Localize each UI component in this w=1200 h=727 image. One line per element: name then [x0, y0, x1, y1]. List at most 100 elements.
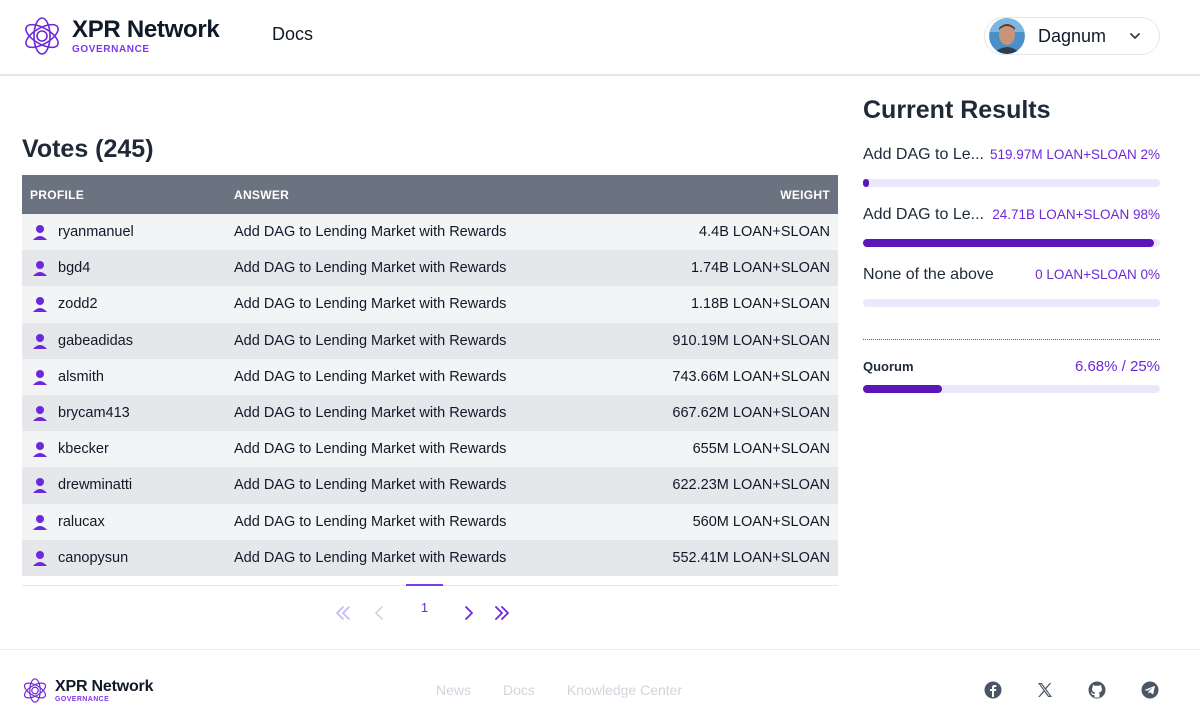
quorum-label: Quorum — [863, 359, 914, 374]
user-profile-icon — [33, 478, 47, 494]
column-header-weight: WEIGHT — [780, 187, 830, 202]
footer-link-docs[interactable]: Docs — [503, 682, 535, 698]
table-row: brycam413 Add DAG to Lending Market with… — [22, 394, 838, 432]
user-profile-icon — [33, 514, 47, 530]
voter-name[interactable]: brycam413 — [58, 405, 130, 421]
vote-weight: 743.66M LOAN+SLOAN — [672, 368, 830, 385]
avatar — [989, 18, 1025, 54]
previous-page-button[interactable] — [364, 598, 394, 628]
user-menu-button[interactable]: Dagnum — [984, 17, 1160, 55]
table-body: ryanmanuel Add DAG to Lending Market wit… — [22, 214, 838, 576]
table-row: zodd2 Add DAG to Lending Market with Rew… — [22, 286, 838, 323]
vote-answer: Add DAG to Lending Market with Rewards — [234, 549, 507, 566]
result-bar-fill — [863, 239, 1155, 247]
top-header: XPR Network GOVERNANCE Docs Dagnum — [0, 0, 1200, 76]
table-row: ryanmanuel Add DAG to Lending Market wit… — [22, 214, 838, 251]
vote-answer: Add DAG to Lending Market with Rewards — [234, 368, 507, 385]
brand-name: XPR Network — [72, 15, 220, 43]
vote-answer: Add DAG to Lending Market with Rewards — [234, 332, 507, 349]
table-row: bgd4 Add DAG to Lending Market with Rewa… — [22, 250, 838, 287]
page-button-current[interactable]: 1 — [406, 584, 443, 628]
result-option-label: Add DAG to Le... — [863, 146, 984, 163]
voter-name[interactable]: bgd4 — [58, 260, 90, 276]
result-option-value: 24.71B LOAN+SLOAN 98% — [992, 207, 1160, 222]
column-header-answer: ANSWER — [234, 187, 290, 202]
vote-answer: Add DAG to Lending Market with Rewards — [234, 441, 507, 458]
chevron-left-icon — [375, 606, 383, 620]
first-page-button[interactable] — [328, 598, 358, 628]
facebook-icon[interactable] — [983, 680, 1003, 700]
result-option-value: 519.97M LOAN+SLOAN 2% — [990, 147, 1160, 162]
table-row: kbecker Add DAG to Lending Market with R… — [22, 431, 838, 468]
next-page-button[interactable] — [454, 598, 484, 628]
user-name: Dagnum — [1038, 25, 1107, 46]
nav-docs-link[interactable]: Docs — [272, 24, 313, 45]
voter-name[interactable]: kbecker — [58, 441, 109, 457]
table-row: alsmith Add DAG to Lending Market with R… — [22, 358, 838, 395]
result-bar-track — [863, 299, 1160, 307]
chevron-down-icon — [1130, 33, 1140, 39]
user-profile-icon — [33, 406, 47, 422]
result-bar-fill — [863, 179, 869, 187]
quorum-bar-track — [863, 385, 1160, 393]
user-profile-icon — [33, 261, 47, 277]
footer-brand-name: XPR Network — [55, 677, 154, 695]
vote-weight: 910.19M LOAN+SLOAN — [672, 332, 830, 349]
voter-name[interactable]: alsmith — [58, 369, 104, 385]
double-chevron-left-icon — [336, 606, 350, 620]
xpr-logo-icon — [23, 678, 47, 703]
votes-table: PROFILE ANSWER WEIGHT ryanmanuel Add DAG… — [22, 175, 838, 576]
footer-logo[interactable]: XPR Network GOVERNANCE — [22, 676, 153, 705]
vote-weight: 655M LOAN+SLOAN — [692, 441, 830, 458]
vote-weight: 622.23M LOAN+SLOAN — [672, 477, 830, 494]
results-title: Current Results — [863, 96, 1051, 124]
vote-weight: 1.18B LOAN+SLOAN — [690, 296, 830, 313]
footer-links: News Docs Knowledge Center — [436, 682, 682, 698]
footer-brand-subtitle: GOVERNANCE — [55, 695, 110, 703]
xpr-logo-icon — [25, 17, 59, 55]
user-profile-icon — [33, 369, 47, 385]
x-icon[interactable] — [1035, 680, 1055, 700]
vote-weight: 667.62M LOAN+SLOAN — [672, 405, 830, 422]
vote-answer: Add DAG to Lending Market with Rewards — [234, 477, 507, 494]
result-option-value: 0 LOAN+SLOAN 0% — [1035, 267, 1160, 282]
table-row: ralucax Add DAG to Lending Market with R… — [22, 503, 838, 540]
result-bar-track — [863, 179, 1160, 187]
footer-link-news[interactable]: News — [436, 682, 471, 698]
vote-answer: Add DAG to Lending Market with Rewards — [234, 260, 507, 277]
result-option: Add DAG to Le... 24.71B LOAN+SLOAN 98% — [863, 206, 1160, 248]
results-divider — [863, 339, 1160, 340]
chevron-right-icon — [465, 606, 473, 620]
vote-weight: 1.74B LOAN+SLOAN — [690, 260, 830, 277]
result-option: None of the above 0 LOAN+SLOAN 0% — [863, 266, 1160, 308]
last-page-button[interactable] — [487, 598, 517, 628]
vote-weight: 4.4B LOAN+SLOAN — [699, 224, 830, 241]
result-option: Add DAG to Le... 519.97M LOAN+SLOAN 2% — [863, 146, 1160, 188]
vote-answer: Add DAG to Lending Market with Rewards — [234, 405, 507, 422]
user-profile-icon — [33, 550, 47, 566]
voter-name[interactable]: ryanmanuel — [58, 224, 134, 240]
github-icon[interactable] — [1087, 680, 1107, 700]
double-chevron-right-icon — [495, 606, 509, 620]
vote-weight: 560M LOAN+SLOAN — [692, 513, 830, 530]
brand-logo[interactable]: XPR Network GOVERNANCE — [22, 14, 220, 58]
voter-name[interactable]: gabeadidas — [58, 333, 133, 349]
table-row: drewminatti Add DAG to Lending Market wi… — [22, 467, 838, 504]
voter-name[interactable]: canopysun — [58, 550, 128, 566]
user-profile-icon — [33, 225, 47, 241]
telegram-icon[interactable] — [1140, 680, 1160, 700]
result-option-label: Add DAG to Le... — [863, 206, 984, 223]
table-header: PROFILE ANSWER WEIGHT — [22, 175, 838, 214]
footer-link-knowledge-center[interactable]: Knowledge Center — [567, 682, 682, 698]
voter-name[interactable]: drewminatti — [58, 477, 132, 493]
footer-divider — [0, 649, 1200, 650]
user-profile-icon — [33, 297, 47, 313]
voter-name[interactable]: ralucax — [58, 514, 105, 530]
vote-weight: 552.41M LOAN+SLOAN — [672, 549, 830, 566]
quorum-value: 6.68% / 25% — [1074, 358, 1160, 375]
vote-answer: Add DAG to Lending Market with Rewards — [234, 513, 507, 530]
votes-title: Votes (245) — [22, 135, 154, 163]
voter-name[interactable]: zodd2 — [58, 296, 98, 312]
result-option-label: None of the above — [863, 266, 994, 283]
quorum-bar-fill — [863, 385, 943, 393]
